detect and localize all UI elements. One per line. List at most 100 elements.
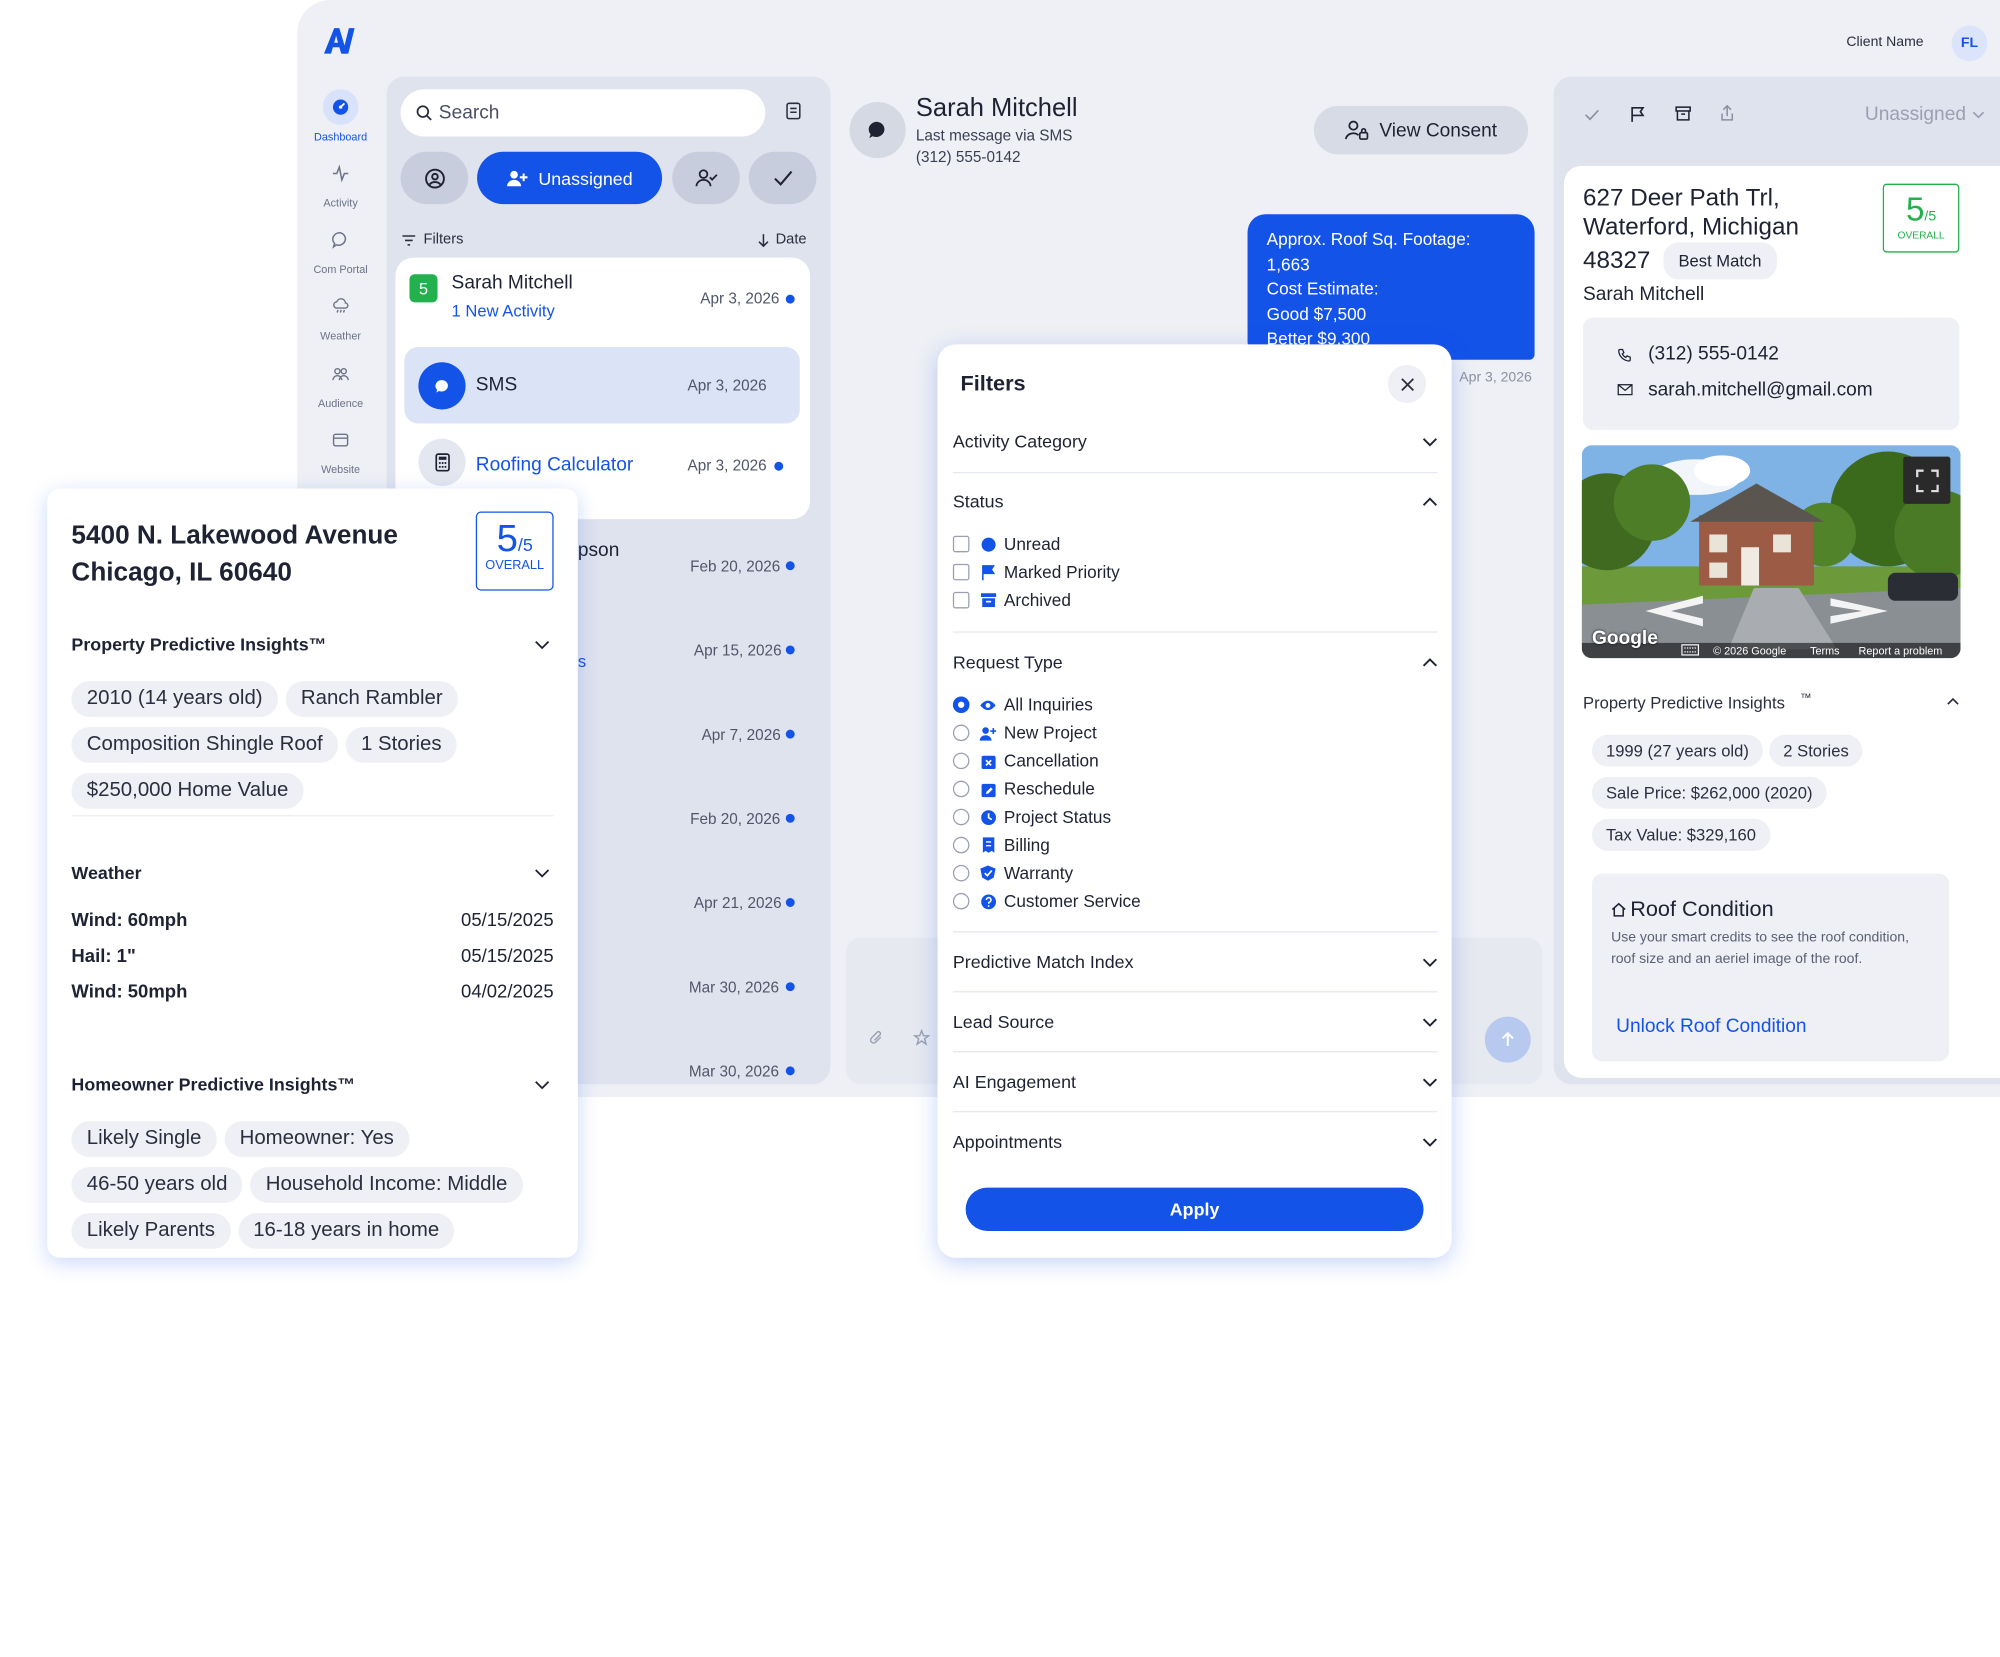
contact-card-selected[interactable]: 5 Sarah Mitchell 1 New Activity Apr 3, 2… bbox=[395, 257, 811, 520]
chat-contact-name: Sarah Mitchell bbox=[915, 94, 1078, 123]
option-all-inquiries[interactable]: All Inquiries bbox=[952, 695, 1093, 714]
sidebar-item-audience[interactable]: Audience bbox=[297, 356, 384, 409]
chevron-up-icon bbox=[1422, 497, 1438, 506]
insight-tag: Tax Value: $329,160 bbox=[1591, 818, 1770, 851]
message-bubble: Approx. Roof Sq. Footage: 1,663 Cost Est… bbox=[1247, 214, 1535, 360]
filters-title: Filters bbox=[960, 371, 1026, 396]
user-check-icon bbox=[694, 169, 717, 187]
archive-icon[interactable] bbox=[1675, 106, 1692, 121]
audience-icon bbox=[323, 356, 359, 392]
option-unread[interactable]: Unread bbox=[952, 534, 1060, 554]
homeowner-insights-header[interactable]: Homeowner Predictive Insights™ bbox=[71, 1074, 553, 1094]
sidebar-item-website[interactable]: Website bbox=[297, 422, 384, 476]
overall-score: 5/5 OVERALL bbox=[1882, 183, 1960, 253]
calculator-icon bbox=[418, 438, 466, 487]
compose-icon[interactable] bbox=[786, 102, 801, 120]
chevron-down-icon bbox=[1422, 1078, 1438, 1087]
sidebar-item-weather[interactable]: Weather bbox=[297, 288, 384, 342]
list-item-date: Apr 15, 2026 bbox=[693, 641, 782, 660]
search-input[interactable]: Search bbox=[439, 102, 500, 124]
best-match-badge: Best Match bbox=[1663, 242, 1777, 280]
insight-tag: Composition Shingle Roof bbox=[71, 727, 339, 763]
assigned-tab[interactable] bbox=[672, 151, 740, 205]
option-new-project[interactable]: New Project bbox=[952, 723, 1097, 742]
arrow-down-icon bbox=[758, 233, 769, 247]
option-archived[interactable]: Archived bbox=[952, 591, 1071, 610]
sidebar-item-com-portal[interactable]: Com Portal bbox=[297, 222, 384, 276]
contact-name-partial: pson bbox=[577, 539, 620, 562]
message-icon bbox=[868, 121, 885, 139]
filters-modal: Filters Activity Category Status Unread … bbox=[937, 344, 1452, 1258]
flag-icon[interactable] bbox=[1630, 106, 1645, 123]
street-view-image[interactable]: Google © 2026 Google Terms Report a prob… bbox=[1581, 445, 1961, 659]
done-icon[interactable] bbox=[1584, 108, 1599, 121]
property-address: 5400 N. Lakewood Avenue Chicago, IL 6064… bbox=[71, 520, 398, 587]
roof-description: Use your smart credits to see the roof c… bbox=[1611, 929, 1910, 967]
fullscreen-icon[interactable] bbox=[1903, 456, 1951, 504]
unlock-roof-link[interactable]: Unlock Roof Condition bbox=[1616, 1015, 1806, 1037]
chat-subtitle: Last message via SMS bbox=[915, 126, 1073, 145]
option-customer-service[interactable]: Customer Service bbox=[952, 892, 1141, 911]
apply-button[interactable]: Apply bbox=[965, 1187, 1424, 1231]
completed-tab[interactable] bbox=[748, 151, 817, 205]
sort-date[interactable]: Date bbox=[758, 232, 807, 247]
sidebar-item-dashboard[interactable]: Dashboard bbox=[297, 89, 384, 143]
homeowner-insight-tags: Likely Single Homeowner: Yes 46-50 years … bbox=[71, 1121, 568, 1259]
weather-header[interactable]: Weather bbox=[71, 862, 553, 883]
search-box[interactable]: Search bbox=[400, 89, 766, 137]
insight-tag: Ranch Rambler bbox=[285, 681, 458, 717]
map-terms[interactable]: Terms bbox=[1810, 644, 1840, 657]
sidebar-item-activity[interactable]: Activity bbox=[297, 156, 384, 209]
option-reschedule[interactable]: Reschedule bbox=[952, 779, 1095, 799]
filter-icon bbox=[402, 234, 416, 246]
share-icon[interactable] bbox=[1720, 104, 1735, 122]
activity-icon bbox=[323, 156, 359, 192]
insight-tag: 2 Stories bbox=[1769, 734, 1863, 767]
chevron-down-icon bbox=[1422, 438, 1438, 447]
section-predictive-match-index[interactable]: Predictive Match Index bbox=[952, 952, 1438, 993]
option-marked-priority[interactable]: Marked Priority bbox=[952, 563, 1120, 582]
option-cancellation[interactable]: Cancellation bbox=[952, 751, 1099, 770]
section-activity-category[interactable]: Activity Category bbox=[952, 431, 1438, 474]
brand-logo[interactable] bbox=[323, 26, 359, 57]
google-logo: Google bbox=[1591, 627, 1658, 650]
new-activity-link[interactable]: 1 New Activity bbox=[452, 301, 555, 320]
sub-item-sms[interactable]: SMS Apr 3, 2026 bbox=[404, 346, 800, 424]
insight-tag: Likely Single bbox=[71, 1121, 217, 1157]
calendar-x-icon bbox=[980, 753, 997, 770]
section-ai-engagement[interactable]: AI Engagement bbox=[952, 1072, 1438, 1113]
property-insights-header[interactable]: Property Predictive Insights™ bbox=[1583, 691, 1959, 712]
user-circle-icon bbox=[424, 168, 445, 188]
list-item-date: Apr 21, 2026 bbox=[693, 894, 782, 913]
list-item-date: Apr 7, 2026 bbox=[701, 725, 781, 744]
attach-icon[interactable] bbox=[869, 1029, 884, 1046]
send-button[interactable] bbox=[1484, 1016, 1531, 1063]
avatar[interactable]: FL bbox=[1951, 25, 1988, 62]
section-appointments[interactable]: Appointments bbox=[953, 1131, 1438, 1172]
contact-email[interactable]: sarah.mitchell@gmail.com bbox=[1648, 379, 1873, 401]
home-icon bbox=[1611, 902, 1626, 917]
contact-name: Sarah Mitchell bbox=[451, 271, 573, 294]
archive-icon bbox=[980, 592, 997, 609]
close-button[interactable] bbox=[1387, 364, 1427, 404]
assignee-dropdown[interactable]: Unassigned bbox=[1865, 103, 1985, 125]
close-icon bbox=[1400, 377, 1414, 391]
add-user-icon bbox=[507, 170, 528, 186]
filters-toggle[interactable]: Filters bbox=[402, 232, 463, 247]
insight-tag: 2010 (14 years old) bbox=[71, 681, 278, 717]
warranty-icon bbox=[980, 865, 997, 882]
divider bbox=[71, 815, 554, 817]
view-consent-button[interactable]: View Consent bbox=[1313, 105, 1529, 155]
property-insights-header[interactable]: Property Predictive Insights™ bbox=[71, 634, 553, 654]
mail-icon bbox=[1617, 384, 1633, 396]
unassigned-tab[interactable]: Unassigned bbox=[477, 151, 663, 205]
option-project-status[interactable]: Project Status bbox=[952, 807, 1111, 827]
filter-all-button[interactable] bbox=[400, 151, 469, 205]
option-warranty[interactable]: Warranty bbox=[952, 864, 1073, 883]
option-billing[interactable]: Billing bbox=[952, 836, 1050, 855]
help-icon bbox=[980, 893, 997, 910]
contact-phone[interactable]: (312) 555-0142 bbox=[1648, 343, 1779, 365]
section-lead-source[interactable]: Lead Source bbox=[952, 1012, 1438, 1053]
star-icon[interactable] bbox=[913, 1029, 930, 1046]
map-report[interactable]: Report a problem bbox=[1859, 644, 1943, 657]
